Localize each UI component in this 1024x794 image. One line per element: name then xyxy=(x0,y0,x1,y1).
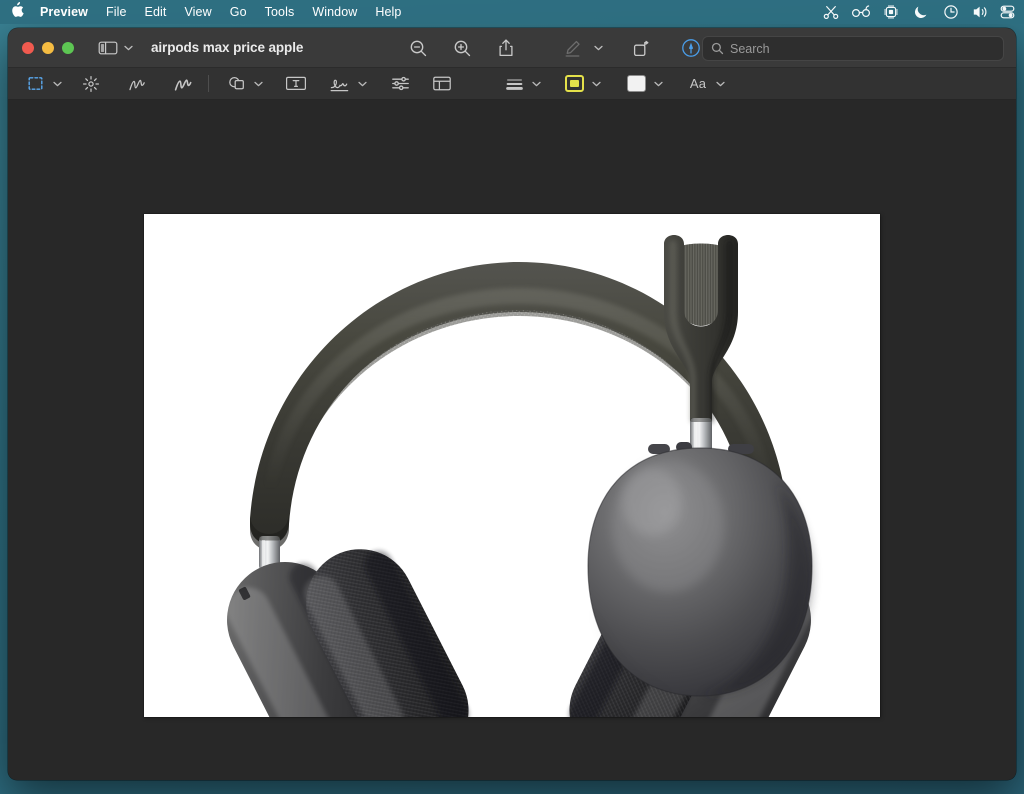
zoom-button[interactable] xyxy=(62,41,74,54)
text-tool[interactable] xyxy=(283,72,309,96)
markup-chevron-down-icon[interactable] xyxy=(592,35,605,61)
document-canvas[interactable] xyxy=(8,100,1016,780)
border-color-swatch xyxy=(564,75,584,92)
shape-style-button[interactable] xyxy=(501,72,527,96)
search-field[interactable] xyxy=(702,36,1004,61)
shapes-tool[interactable] xyxy=(223,72,249,96)
time-machine-clock-icon[interactable] xyxy=(936,0,966,24)
traffic-lights xyxy=(22,41,74,54)
screen-time-glasses-icon[interactable] xyxy=(846,0,876,24)
sign-tool[interactable] xyxy=(327,72,353,96)
do-not-disturb-moon-icon[interactable] xyxy=(906,0,936,24)
text-style-chevron-down-icon[interactable] xyxy=(713,72,727,96)
crop-tool[interactable] xyxy=(429,72,455,96)
menu-item-preview[interactable]: Preview xyxy=(36,0,97,24)
selection-tool[interactable] xyxy=(22,72,48,96)
preview-window: airpods max price apple Search Aa xyxy=(8,28,1016,780)
rotate-left-button[interactable] xyxy=(627,35,655,61)
text-style-button[interactable]: Aa xyxy=(685,72,711,96)
close-button[interactable] xyxy=(22,41,34,54)
sidebar-toggle-group xyxy=(94,35,135,61)
cpu-monitor-icon[interactable] xyxy=(876,0,906,24)
menu-item-view[interactable]: View xyxy=(175,0,220,24)
titlebar-toolbar xyxy=(404,28,705,68)
zoom-in-button[interactable] xyxy=(448,35,476,61)
sidebar-chevron-down-icon[interactable] xyxy=(122,35,135,61)
menu-item-window[interactable]: Window xyxy=(303,0,366,24)
page-title: airpods max price apple xyxy=(151,40,304,55)
menu-item-file[interactable]: File xyxy=(97,0,136,24)
scissors-icon[interactable] xyxy=(816,0,846,24)
share-button[interactable] xyxy=(492,35,520,61)
menu-item-help[interactable]: Help xyxy=(366,0,410,24)
border-color-swatch-inner xyxy=(569,80,579,87)
apple-menu-icon[interactable] xyxy=(10,1,24,21)
menu-bar: Preview File Edit View Go Tools Window H… xyxy=(0,0,1024,24)
annotate-toggle-button[interactable] xyxy=(677,35,705,61)
fill-color-chevron-down-icon[interactable] xyxy=(651,72,665,96)
sign-chevron-down-icon[interactable] xyxy=(355,72,369,96)
selection-chevron-down-icon[interactable] xyxy=(50,72,64,96)
control-center-icon[interactable] xyxy=(996,0,1018,24)
toolbar-divider xyxy=(208,75,209,92)
fill-color-swatch xyxy=(626,75,646,92)
volume-speaker-icon[interactable] xyxy=(966,0,996,24)
markup-toolbar: Aa xyxy=(8,68,1016,100)
fill-color-button[interactable] xyxy=(623,72,649,96)
menu-item-edit[interactable]: Edit xyxy=(136,0,176,24)
menu-bar-status-area xyxy=(816,0,1018,24)
adjust-color-tool[interactable] xyxy=(387,72,413,96)
zoom-out-button[interactable] xyxy=(404,35,432,61)
border-color-button[interactable] xyxy=(561,72,587,96)
sidebar-icon[interactable] xyxy=(94,35,122,61)
shape-style-chevron-down-icon[interactable] xyxy=(529,72,543,96)
text-style-label: Aa xyxy=(689,76,707,91)
border-color-chevron-down-icon[interactable] xyxy=(589,72,603,96)
window-titlebar: airpods max price apple xyxy=(8,28,1016,68)
side-stem xyxy=(690,418,712,452)
airpods-max-product-photo[interactable] xyxy=(144,214,880,717)
menu-item-tools[interactable]: Tools xyxy=(256,0,304,24)
desktop: Preview File Edit View Go Tools Window H… xyxy=(0,0,1024,794)
instant-alpha-tool[interactable] xyxy=(78,72,104,96)
draw-tool[interactable] xyxy=(170,72,196,96)
shapes-chevron-down-icon[interactable] xyxy=(251,72,265,96)
menu-item-go[interactable]: Go xyxy=(221,0,256,24)
minimize-button[interactable] xyxy=(42,41,54,54)
sketch-tool[interactable] xyxy=(124,72,150,96)
search-input[interactable] xyxy=(730,41,995,56)
markup-pen-button[interactable] xyxy=(558,35,586,61)
side-ear-cup xyxy=(587,447,813,697)
search-icon xyxy=(711,42,724,55)
